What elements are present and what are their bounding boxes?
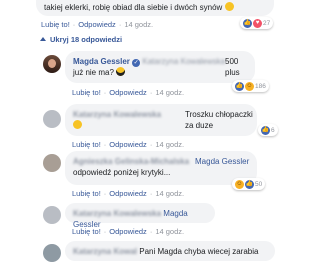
like-link[interactable]: Lubię to!: [41, 20, 70, 29]
reply-bubble: Katarzyna Kowal Pani Magda chyba wiecej …: [65, 241, 275, 261]
collapse-arrow-icon: [40, 37, 46, 41]
reply-link[interactable]: Odpowiedz: [109, 88, 147, 97]
like-link[interactable]: Lubię to!: [72, 88, 101, 97]
reply-text: Pani Magda chyba wiecej zarabia: [139, 247, 259, 256]
top-comment-bubble: takiej eklerki, robię obiad dla siebie i…: [36, 0, 274, 16]
reply-link[interactable]: Odpowiedz: [109, 140, 147, 149]
author-name[interactable]: Magda Gessler: [73, 57, 130, 66]
sunglasses-emoji-icon: [116, 67, 126, 76]
like-link[interactable]: Lubię to!: [72, 189, 101, 198]
haha-icon: ☺: [245, 81, 254, 91]
verified-badge-icon: ✓: [132, 59, 141, 67]
timestamp: 14 godz.: [155, 88, 185, 97]
avatar[interactable]: [43, 206, 61, 224]
reaction-count: 6: [271, 126, 275, 134]
avatar[interactable]: [43, 110, 61, 128]
author-name[interactable]: Katarzyna Kowalewska: [73, 209, 161, 218]
haha-icon: ☺: [235, 179, 244, 189]
reply-actions: Lubię to! · Odpowiedz · 14 godz.: [72, 189, 185, 198]
smile-emoji-icon: [224, 2, 234, 11]
reaction-count: 27: [263, 19, 271, 27]
heart-icon: ♥: [253, 18, 262, 28]
reply-bubble: Katarzyna Kowalewska Magda Gessler: [65, 203, 215, 229]
reaction-count: 186: [255, 82, 266, 90]
reply-link[interactable]: Odpowiedz: [109, 189, 147, 198]
reaction-summary[interactable]: ☺ 👍 50: [232, 178, 266, 190]
reaction-summary[interactable]: 👍 ♥ 27: [240, 17, 274, 29]
hide-replies-label: Ukryj 18 odpowiedzi: [50, 35, 123, 44]
reply-actions: Lubię to! · Odpowiedz · 14 godz.: [72, 140, 185, 149]
timestamp: 14 godz.: [155, 140, 185, 149]
hide-replies-link[interactable]: Ukryj 18 odpowiedzi: [40, 35, 122, 44]
mentioned-user[interactable]: Magda Gessler: [195, 156, 249, 167]
like-icon: 👍: [261, 125, 270, 135]
reply-bubble: Agnieszka Gelinska-Michalska Magda Gessl…: [65, 151, 257, 185]
reply-bubble: Katarzyna Kowalewska Troszku chłopaczki …: [65, 104, 257, 136]
top-comment-actions: Lubię to! · Odpowiedz · 14 godz.: [41, 20, 154, 29]
like-link[interactable]: Lubię to!: [72, 227, 101, 236]
like-icon: 👍: [243, 18, 252, 28]
reply-bubble: Magda Gessler ✓ Katarzyna Kowalewska 500…: [65, 51, 255, 83]
reply-actions: Lubię to! · Odpowiedz · 14 godz.: [72, 88, 185, 97]
reply-link[interactable]: Odpowiedz: [109, 227, 147, 236]
like-icon: 👍: [235, 81, 244, 91]
timestamp: 14 godz.: [124, 20, 154, 29]
mentioned-user[interactable]: Katarzyna Kowalewska: [142, 57, 225, 66]
reply-link[interactable]: Odpowiedz: [78, 20, 116, 29]
reaction-summary[interactable]: 👍 6: [258, 124, 278, 136]
timestamp: 14 godz.: [155, 227, 185, 236]
author-name[interactable]: Agnieszka Gelinska-Michalska: [73, 157, 189, 166]
top-comment-text: takiej eklerki, robię obiad dla siebie i…: [44, 3, 223, 12]
like-link[interactable]: Lubię to!: [72, 140, 101, 149]
reply-actions: Lubię to! · Odpowiedz · 14 godz.: [72, 227, 185, 236]
reaction-count: 50: [255, 180, 263, 188]
timestamp: 14 godz.: [155, 189, 185, 198]
laughing-emoji-icon: [73, 120, 82, 129]
like-icon: 👍: [245, 179, 254, 189]
reply-text: Troszku chłopaczki za duze: [185, 110, 253, 130]
author-name[interactable]: Katarzyna Kowal: [73, 247, 137, 256]
avatar[interactable]: [43, 55, 61, 73]
reply-text: już nie ma?: [73, 68, 114, 77]
author-name[interactable]: Katarzyna Kowalewska: [73, 110, 161, 119]
reaction-summary[interactable]: 👍 ☺ 186: [232, 80, 269, 92]
avatar[interactable]: [43, 154, 61, 172]
reply-text: odpowiedź poniżej krytyki...: [73, 168, 171, 177]
avatar[interactable]: [43, 244, 61, 262]
reply-text: 500 plus: [225, 57, 240, 77]
